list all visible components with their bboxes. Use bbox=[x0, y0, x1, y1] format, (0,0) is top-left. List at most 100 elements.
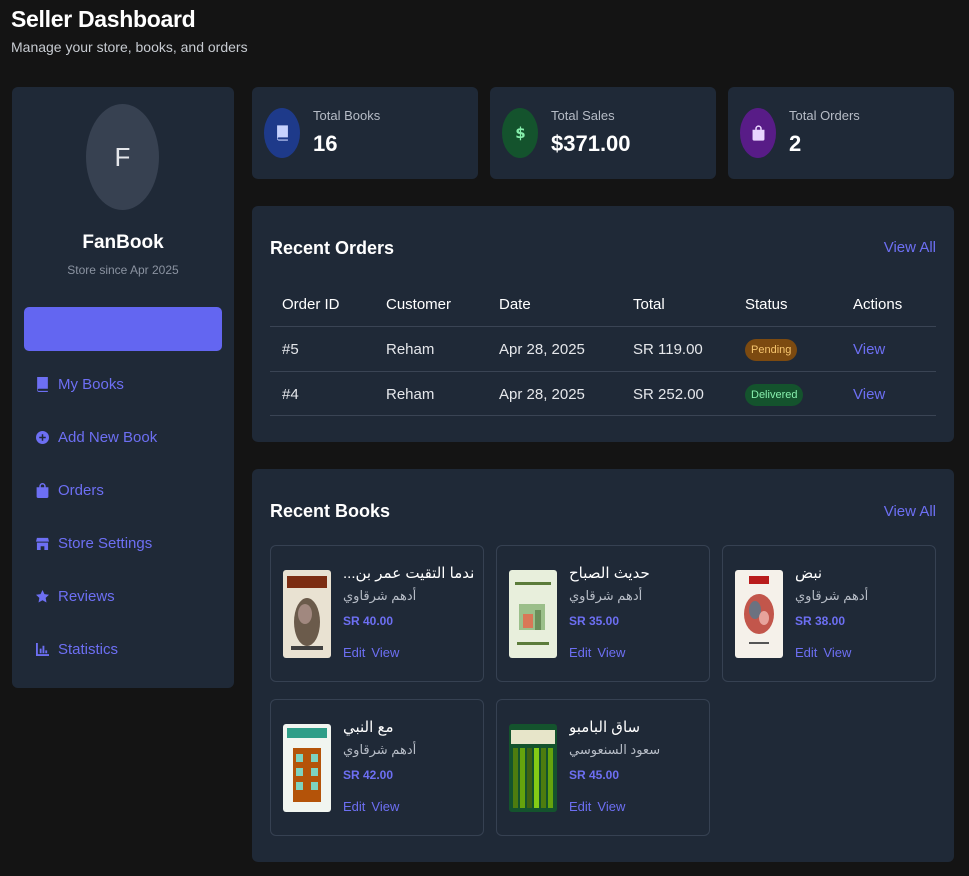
stat-icon-circle bbox=[740, 108, 776, 158]
column-header-actions: Actions bbox=[853, 296, 903, 313]
book-cover-art bbox=[509, 724, 557, 812]
book-cover-art bbox=[283, 724, 331, 812]
bag-icon bbox=[752, 125, 764, 141]
book-cover-image[interactable] bbox=[735, 570, 783, 658]
stat-value: 2 bbox=[789, 131, 802, 156]
recent-books-panel: Recent Books View All ...عندما التقيت عم… bbox=[252, 469, 954, 862]
sidebar-item-my-books[interactable]: My Books bbox=[36, 373, 124, 395]
book-edit-link[interactable]: Edit bbox=[569, 645, 591, 660]
table-row: #4 Reham Apr 28, 2025 SR 252.00 Delivere… bbox=[270, 371, 936, 416]
store-name: FanBook bbox=[82, 232, 164, 253]
book-cover-image[interactable] bbox=[283, 724, 331, 812]
star-icon bbox=[36, 589, 49, 602]
book-price: SR 35.00 bbox=[569, 614, 620, 628]
sidebar-item-add-new-book[interactable]: Add New Book bbox=[36, 426, 157, 448]
sidebar-item-label: Statistics bbox=[58, 640, 119, 658]
order-date: Apr 28, 2025 bbox=[499, 386, 585, 403]
dollar-icon: $ bbox=[515, 125, 525, 141]
bag-icon bbox=[36, 482, 49, 498]
book-icon bbox=[276, 125, 288, 141]
book-cover-art bbox=[509, 570, 557, 658]
book-price: SR 42.00 bbox=[343, 768, 394, 782]
book-edit-link[interactable]: Edit bbox=[343, 799, 365, 814]
book-actions: Edit View bbox=[343, 799, 405, 814]
book-cover-image[interactable] bbox=[509, 570, 557, 658]
sidebar-item-label: Add New Book bbox=[58, 428, 158, 446]
book-title: ...عندما التقيت عمر بن bbox=[343, 565, 473, 582]
book-actions: Edit View bbox=[343, 645, 405, 660]
book-title: ساق البامبو bbox=[569, 719, 641, 736]
order-total: SR 252.00 bbox=[633, 386, 704, 403]
recent-books-view-all-link[interactable]: View All bbox=[884, 503, 936, 520]
book-author: أدهم شرقاوي bbox=[343, 742, 417, 757]
stat-card-total-sales: $ Total Sales $371.00 bbox=[490, 87, 716, 179]
book-card[interactable]: حديث الصباح أدهم شرقاوي SR 35.00 Edit Vie… bbox=[496, 545, 710, 682]
sidebar: F FanBook Store since Apr 2025 My Books … bbox=[12, 87, 234, 688]
sidebar-item-reviews[interactable]: Reviews bbox=[36, 585, 115, 607]
table-row: #5 Reham Apr 28, 2025 SR 119.00 Pending … bbox=[270, 326, 936, 371]
sidebar-item-label: Store Settings bbox=[58, 534, 153, 552]
status-badge: Delivered bbox=[745, 383, 804, 406]
book-price: SR 40.00 bbox=[343, 614, 394, 628]
sidebar-item-statistics[interactable]: Statistics bbox=[36, 638, 118, 660]
book-author: أدهم شرقاوي bbox=[343, 588, 417, 603]
recent-orders-view-all-link[interactable]: View All bbox=[884, 239, 936, 256]
order-view-link[interactable]: View bbox=[853, 327, 885, 372]
column-header-order-id: Order ID bbox=[282, 296, 340, 313]
order-date: Apr 28, 2025 bbox=[499, 341, 585, 358]
book-actions: Edit View bbox=[569, 799, 631, 814]
plus-circle-icon bbox=[36, 430, 49, 444]
stat-icon-circle: $ bbox=[502, 108, 538, 158]
store-icon bbox=[36, 537, 49, 550]
book-price: SR 45.00 bbox=[569, 768, 620, 782]
status-cell: Pending bbox=[745, 327, 798, 372]
sidebar-item-orders[interactable]: Orders bbox=[36, 479, 104, 501]
stat-value: $371.00 bbox=[551, 131, 631, 156]
book-view-link[interactable]: View bbox=[371, 645, 399, 660]
sidebar-item-store-settings[interactable]: Store Settings bbox=[36, 532, 152, 554]
avatar: F bbox=[86, 104, 159, 210]
status-cell: Delivered bbox=[745, 372, 804, 417]
stat-label: Total Books bbox=[313, 108, 381, 123]
book-icon bbox=[37, 376, 48, 392]
sidebar-active-button[interactable] bbox=[24, 307, 222, 351]
book-cover-image[interactable] bbox=[283, 570, 331, 658]
book-title: حديث الصباح bbox=[569, 565, 650, 582]
page-subtitle: Manage your store, books, and orders bbox=[11, 39, 248, 55]
sidebar-item-label: Orders bbox=[58, 481, 104, 499]
sidebar-item-label: Reviews bbox=[58, 587, 115, 605]
book-view-link[interactable]: View bbox=[823, 645, 851, 660]
book-edit-link[interactable]: Edit bbox=[795, 645, 817, 660]
book-cover-art bbox=[283, 570, 331, 658]
column-header-date: Date bbox=[499, 296, 531, 313]
book-card[interactable]: نبض أدهم شرقاوي SR 38.00 Edit View bbox=[722, 545, 936, 682]
store-since: Store since Apr 2025 bbox=[67, 263, 179, 277]
table-header: Order ID Customer Date Total Status Acti… bbox=[270, 282, 936, 327]
book-edit-link[interactable]: Edit bbox=[343, 645, 365, 660]
column-header-total: Total bbox=[633, 296, 665, 313]
book-card[interactable]: مع النبي أدهم شرقاوي SR 42.00 Edit View bbox=[270, 699, 484, 836]
svg-text:$: $ bbox=[515, 125, 525, 141]
book-actions: Edit View bbox=[795, 645, 857, 660]
book-cover-image[interactable] bbox=[509, 724, 557, 812]
page-title: Seller Dashboard bbox=[11, 6, 196, 32]
order-id: #4 bbox=[282, 386, 299, 403]
stat-card-total-books: Total Books 16 bbox=[252, 87, 478, 179]
book-view-link[interactable]: View bbox=[597, 645, 625, 660]
book-cover-art bbox=[735, 570, 783, 658]
book-card[interactable]: ...عندما التقيت عمر بن أدهم شرقاوي SR 40… bbox=[270, 545, 484, 682]
page-header: Seller Dashboard Manage your store, book… bbox=[11, 6, 248, 55]
book-card[interactable]: ساق البامبو سعود السنعوسي SR 45.00 Edit V… bbox=[496, 699, 710, 836]
book-title: مع النبي bbox=[343, 719, 394, 736]
sidebar-item-label: My Books bbox=[58, 375, 124, 393]
recent-books-title: Recent Books bbox=[270, 501, 391, 521]
book-actions: Edit View bbox=[569, 645, 631, 660]
recent-orders-title: Recent Orders bbox=[270, 238, 395, 258]
stat-label: Total Orders bbox=[789, 108, 860, 123]
status-badge: Pending bbox=[745, 338, 798, 361]
book-view-link[interactable]: View bbox=[597, 799, 625, 814]
order-view-link[interactable]: View bbox=[853, 372, 885, 417]
stat-label: Total Sales bbox=[551, 108, 615, 123]
book-view-link[interactable]: View bbox=[371, 799, 399, 814]
book-edit-link[interactable]: Edit bbox=[569, 799, 591, 814]
